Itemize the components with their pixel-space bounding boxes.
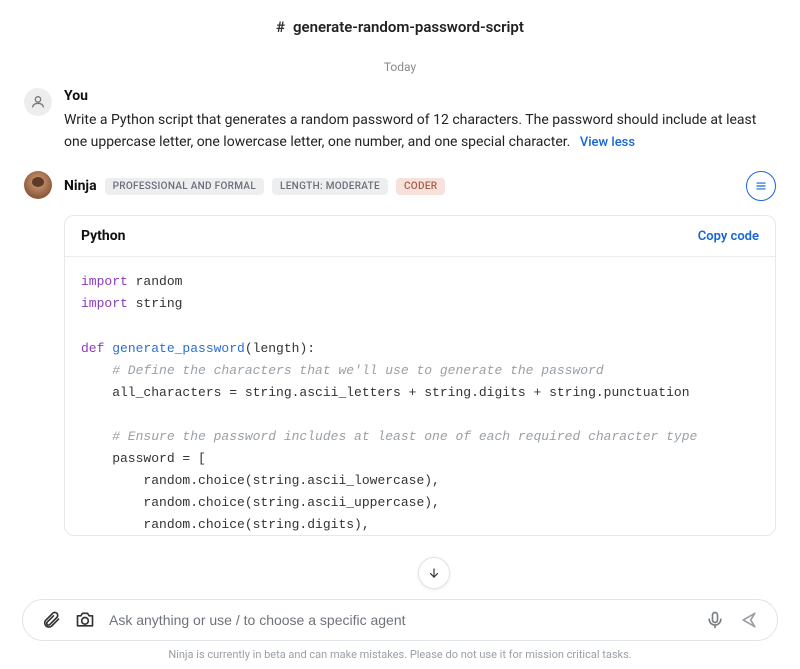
menu-icon <box>754 179 768 193</box>
beta-disclaimer: Ninja is currently in beta and can make … <box>0 648 800 661</box>
attach-button[interactable] <box>41 610 61 630</box>
scroll-down-button[interactable] <box>418 557 450 589</box>
composer-input[interactable] <box>109 612 691 628</box>
sender-name: Ninja <box>64 178 97 194</box>
code-text: random.choice(string.digits), <box>81 517 370 532</box>
code-keyword: def <box>81 341 112 356</box>
code-comment: # Ensure the password includes at least … <box>81 429 697 444</box>
send-button[interactable] <box>739 610 759 630</box>
code-language-label: Python <box>81 228 126 244</box>
message-user: You Write a Python script that generates… <box>0 88 800 153</box>
camera-icon <box>75 610 95 630</box>
channel-header: # generate-random-password-script <box>0 0 800 42</box>
camera-button[interactable] <box>75 610 95 630</box>
message-ninja: Ninja PROFESSIONAL AND FORMAL LENGTH: MO… <box>0 171 800 536</box>
tag-tone: PROFESSIONAL AND FORMAL <box>105 178 264 195</box>
code-keyword: import <box>81 274 128 289</box>
code-block: Python Copy code import random import st… <box>64 215 776 536</box>
tag-length: LENGTH: MODERATE <box>272 178 388 195</box>
copy-code-button[interactable]: Copy code <box>698 229 759 244</box>
sender-name: You <box>64 88 88 104</box>
mic-button[interactable] <box>705 610 725 630</box>
hash-icon: # <box>276 18 285 36</box>
code-block-header: Python Copy code <box>65 216 775 257</box>
code-text: random.choice(string.ascii_lowercase), <box>81 473 440 488</box>
ninja-avatar <box>24 171 52 199</box>
code-content: import random import string def generate… <box>65 257 775 535</box>
date-divider: Today <box>0 42 800 88</box>
message-composer <box>22 599 778 641</box>
code-text: random.choice(string.ascii_uppercase), <box>81 495 440 510</box>
message-text: Write a Python script that generates a r… <box>64 110 776 153</box>
code-text: random <box>128 274 183 289</box>
code-text: password = [ <box>81 451 206 466</box>
code-keyword: import <box>81 296 128 311</box>
channel-title: generate-random-password-script <box>293 18 524 36</box>
message-text-content: Write a Python script that generates a r… <box>64 112 756 150</box>
tag-mode: CODER <box>396 178 445 195</box>
code-text: all_characters = string.ascii_letters + … <box>81 385 690 400</box>
arrow-down-icon <box>427 566 441 580</box>
microphone-icon <box>705 610 725 630</box>
message-menu-button[interactable] <box>746 171 776 201</box>
view-less-link[interactable]: View less <box>580 135 635 150</box>
code-text: string <box>128 296 183 311</box>
code-comment: # Define the characters that we'll use t… <box>81 363 604 378</box>
person-icon <box>30 94 46 110</box>
code-function: generate_password <box>112 341 245 356</box>
send-icon <box>739 610 759 630</box>
code-text: (length): <box>245 341 315 356</box>
user-avatar <box>24 88 52 116</box>
paperclip-icon <box>41 610 61 630</box>
